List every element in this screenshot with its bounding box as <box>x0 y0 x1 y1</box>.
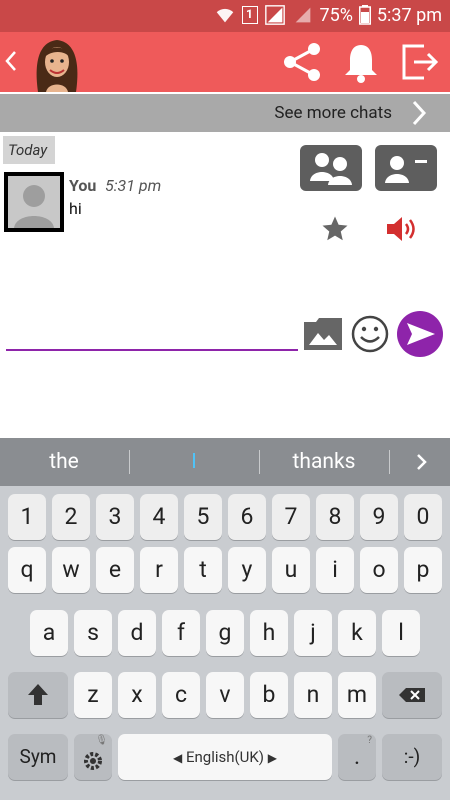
key-7[interactable]: 7 <box>272 494 310 540</box>
sym-key[interactable]: Sym <box>8 734 68 780</box>
contact-avatar[interactable] <box>28 34 86 92</box>
clock: 5:37 pm <box>376 4 442 26</box>
see-more-chats-bar[interactable]: See more chats <box>0 94 450 132</box>
key-5[interactable]: 5 <box>184 494 222 540</box>
status-bar: 1 75% 5:37 pm <box>0 0 450 32</box>
key-6[interactable]: 6 <box>228 494 266 540</box>
keyboard: 1 2 3 4 5 6 7 8 9 0 q w e r t y u i o p … <box>0 486 450 800</box>
bell-icon[interactable] <box>339 40 383 84</box>
suggestion-middle[interactable]: I <box>130 438 258 486</box>
screen: 1 75% 5:37 pm See more chats Today You 5… <box>0 0 450 800</box>
group-contacts-button[interactable] <box>300 145 362 191</box>
language-right-arrow-icon: ▶ <box>267 751 277 765</box>
settings-key[interactable]: 🎙 <box>74 734 112 780</box>
key-b[interactable]: b <box>250 672 288 718</box>
sender-avatar <box>4 172 64 232</box>
language-label: English(UK) <box>185 748 265 766</box>
language-left-arrow-icon: ◀ <box>173 751 183 765</box>
suggestion-right[interactable]: thanks <box>260 438 388 486</box>
suggestion-bar: the I thanks <box>0 438 450 486</box>
chevron-right-icon[interactable] <box>414 452 430 472</box>
shift-key[interactable] <box>8 672 68 718</box>
key-y[interactable]: y <box>228 547 266 593</box>
signal-icon <box>264 5 285 25</box>
key-w[interactable]: w <box>52 547 90 593</box>
contact-card-icon <box>385 156 427 183</box>
key-8[interactable]: 8 <box>316 494 354 540</box>
send-icon[interactable] <box>396 310 444 358</box>
emoji-icon[interactable] <box>350 314 390 354</box>
key-o[interactable]: o <box>360 547 398 593</box>
signal-secondary-icon <box>295 7 310 23</box>
message-input[interactable] <box>6 318 298 348</box>
key-c[interactable]: c <box>162 672 200 718</box>
period-hint: ? <box>367 735 372 746</box>
key-d[interactable]: d <box>118 610 156 656</box>
key-3[interactable]: 3 <box>96 494 134 540</box>
key-l[interactable]: l <box>382 610 420 656</box>
message-text: hi <box>69 199 82 218</box>
key-0[interactable]: 0 <box>404 494 442 540</box>
period-key[interactable]: ? . <box>338 734 376 780</box>
period-label: . <box>353 743 361 770</box>
smiley-key[interactable]: :-) <box>382 734 442 780</box>
key-9[interactable]: 9 <box>360 494 398 540</box>
key-j[interactable]: j <box>294 610 332 656</box>
key-f[interactable]: f <box>162 610 200 656</box>
battery-icon <box>358 5 371 25</box>
message-sender: You <box>69 176 97 195</box>
key-n[interactable]: n <box>294 672 332 718</box>
key-r[interactable]: r <box>140 547 178 593</box>
suggestion-divider <box>389 450 390 474</box>
speaker-icon[interactable] <box>385 214 419 244</box>
key-u[interactable]: u <box>272 547 310 593</box>
exit-icon[interactable] <box>398 40 442 84</box>
mic-hint-icon: 🎙 <box>95 735 108 746</box>
key-q[interactable]: q <box>8 547 46 593</box>
battery-percent: 75% <box>319 4 353 26</box>
key-i[interactable]: i <box>316 547 354 593</box>
message-input-underline <box>6 349 298 351</box>
key-e[interactable]: e <box>96 547 134 593</box>
chevron-left-icon <box>5 51 16 71</box>
key-4[interactable]: 4 <box>140 494 178 540</box>
key-x[interactable]: x <box>118 672 156 718</box>
key-p[interactable]: p <box>404 547 442 593</box>
key-a[interactable]: a <box>30 610 68 656</box>
suggestion-left[interactable]: the <box>0 438 128 486</box>
back-button[interactable] <box>4 46 24 76</box>
star-icon[interactable] <box>320 214 350 244</box>
sim-badge: 1 <box>241 6 258 24</box>
remove-contact-button[interactable] <box>375 145 437 191</box>
image-attach-icon[interactable] <box>302 316 344 352</box>
backspace-icon <box>399 688 425 702</box>
space-key[interactable]: ◀ English(UK) ▶ <box>118 734 332 780</box>
shift-icon <box>28 684 48 705</box>
share-icon[interactable] <box>280 40 324 84</box>
see-more-label: See more chats <box>274 103 392 123</box>
key-m[interactable]: m <box>338 672 376 718</box>
key-k[interactable]: k <box>338 610 376 656</box>
backspace-key[interactable] <box>382 672 442 718</box>
key-1[interactable]: 1 <box>8 494 46 540</box>
date-label: Today <box>3 136 55 164</box>
key-v[interactable]: v <box>206 672 244 718</box>
message-time: 5:31 pm <box>105 176 162 195</box>
key-z[interactable]: z <box>74 672 112 718</box>
key-t[interactable]: t <box>184 547 222 593</box>
key-g[interactable]: g <box>206 610 244 656</box>
group-icon <box>310 153 352 185</box>
key-s[interactable]: s <box>74 610 112 656</box>
key-h[interactable]: h <box>250 610 288 656</box>
app-bar <box>0 32 450 92</box>
key-2[interactable]: 2 <box>52 494 90 540</box>
person-placeholder-icon <box>8 176 60 228</box>
chevron-right-icon <box>412 100 427 126</box>
wifi-icon <box>216 8 233 23</box>
